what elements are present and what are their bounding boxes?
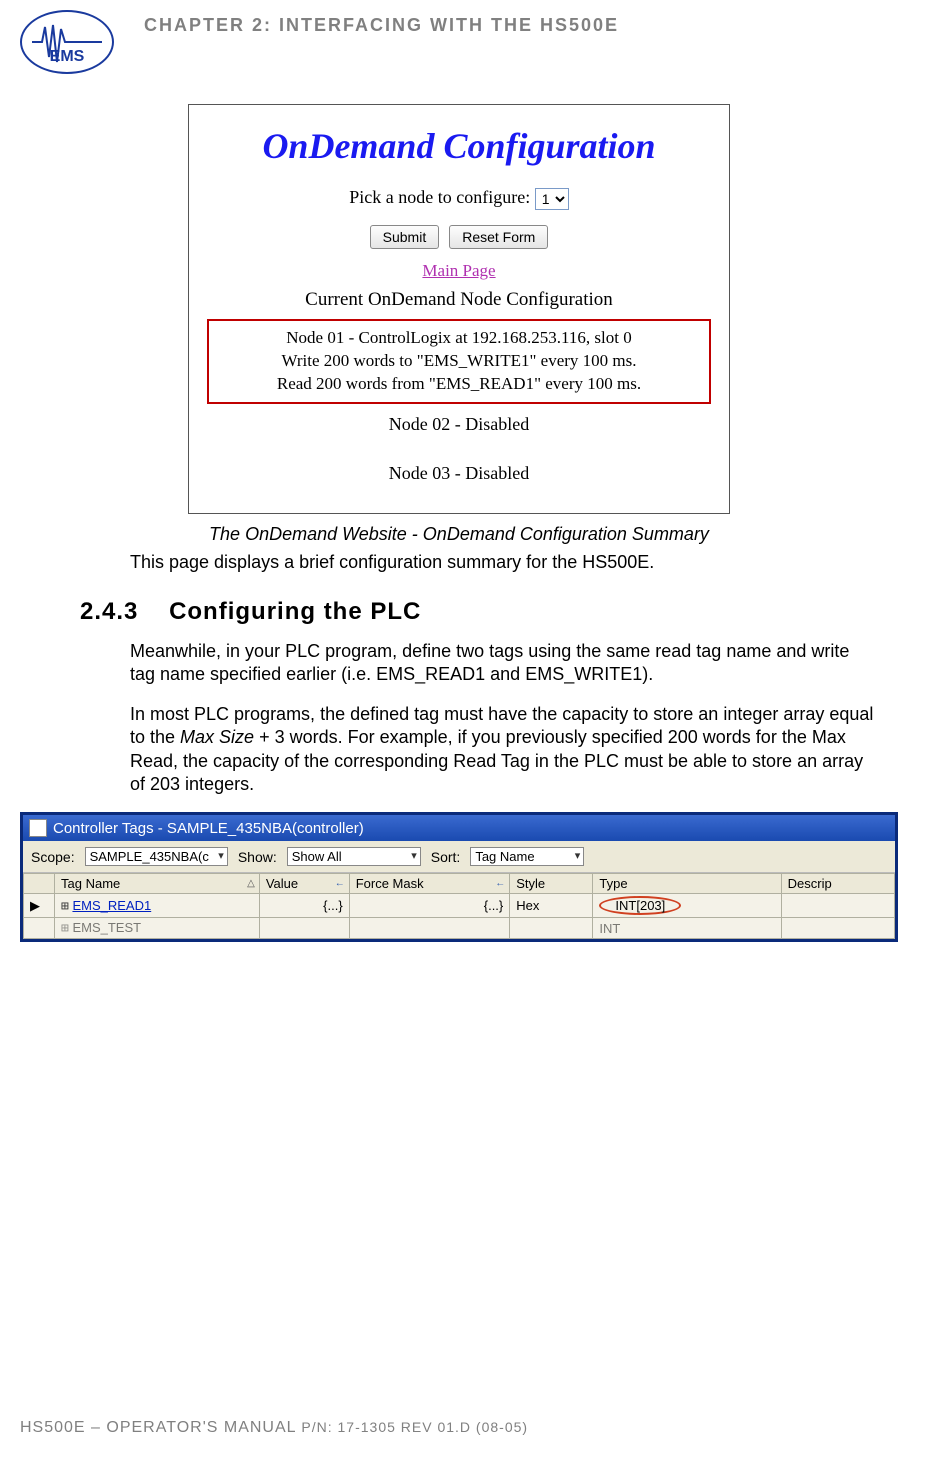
col-value[interactable]: Value← (259, 874, 349, 894)
arrow-icon: ← (495, 878, 505, 889)
sort-label: Sort: (431, 849, 461, 865)
scope-label: Scope: (31, 849, 75, 865)
pick-node-row: Pick a node to configure: 1 (199, 187, 719, 210)
section-number: 2.4.3 (80, 598, 138, 625)
expand-icon[interactable]: ⊞ (61, 899, 69, 914)
chapter-title: CHAPTER 2: INTERFACING WITH THE HS500E (144, 10, 619, 36)
footer-title: HS500E – OPERATOR'S MANUAL (20, 1419, 301, 1436)
node-select[interactable]: 1 (535, 188, 569, 210)
intro-paragraph: This page displays a brief configuration… (130, 551, 898, 574)
tag-link[interactable]: EMS_READ1 (72, 898, 151, 913)
section-heading: 2.4.3 Configuring the PLC (80, 598, 898, 626)
cell-descrip[interactable] (781, 894, 894, 918)
col-type[interactable]: Type (593, 874, 781, 894)
cell-style[interactable] (510, 918, 593, 939)
cell-value[interactable] (259, 918, 349, 939)
tag-text: EMS_TEST (72, 920, 141, 935)
toolbar: Scope: SAMPLE_435NBA(c Show: Show All So… (23, 841, 895, 873)
reset-button[interactable]: Reset Form (449, 225, 548, 249)
ondemand-heading: OnDemand Configuration (199, 125, 719, 167)
footer-pn: P/N: 17-1305 REV 01.D (08-05) (301, 1419, 528, 1435)
node-03: Node 03 - Disabled (199, 463, 719, 484)
sort-asc-icon: △ (247, 878, 255, 889)
col-style[interactable]: Style (510, 874, 593, 894)
tags-table: Tag Name△ Value← Force Mask← Style Type … (23, 873, 895, 939)
submit-button[interactable]: Submit (370, 225, 440, 249)
plc-screenshot: Controller Tags - SAMPLE_435NBA(controll… (20, 812, 898, 942)
cell-force[interactable] (349, 918, 510, 939)
node-02: Node 02 - Disabled (199, 414, 719, 435)
para2-em: Max Size (180, 727, 254, 747)
document-icon (29, 819, 47, 837)
cell-type[interactable]: INT[203] (593, 894, 781, 918)
ondemand-screenshot: OnDemand Configuration Pick a node to co… (188, 104, 730, 514)
arrow-icon: ← (335, 878, 345, 889)
expand-icon[interactable]: ⊞ (61, 921, 69, 936)
window-title: Controller Tags - SAMPLE_435NBA(controll… (53, 820, 364, 837)
sort-dropdown[interactable]: Tag Name (470, 847, 584, 866)
node01-line1: Node 01 - ControlLogix at 192.168.253.11… (219, 327, 699, 350)
section-title: Configuring the PLC (169, 598, 421, 625)
cell-force[interactable]: {...} (349, 894, 510, 918)
row-selector-header (24, 874, 55, 894)
node-01-box: Node 01 - ControlLogix at 192.168.253.11… (207, 319, 711, 404)
cell-descrip[interactable] (781, 918, 894, 939)
col-force-mask[interactable]: Force Mask← (349, 874, 510, 894)
paragraph-2: In most PLC programs, the defined tag mu… (130, 703, 878, 797)
window-titlebar: Controller Tags - SAMPLE_435NBA(controll… (23, 815, 895, 841)
figure-caption: The OnDemand Website - OnDemand Configur… (20, 524, 898, 545)
show-label: Show: (238, 849, 277, 865)
scope-dropdown[interactable]: SAMPLE_435NBA(c (85, 847, 228, 866)
paragraph-1: Meanwhile, in your PLC program, define t… (130, 640, 878, 687)
table-row[interactable]: ▶ ⊞ EMS_READ1 {...} {...} Hex INT[203] (24, 894, 895, 918)
type-highlight: INT[203] (599, 896, 681, 915)
cell-style[interactable]: Hex (510, 894, 593, 918)
cell-type[interactable]: INT (593, 918, 781, 939)
svg-text:EMS: EMS (50, 48, 85, 65)
node01-line2: Write 200 words to "EMS_WRITE1" every 10… (219, 350, 699, 373)
page-header: EMS CHAPTER 2: INTERFACING WITH THE HS50… (20, 0, 898, 74)
cell-tag-name[interactable]: ⊞ EMS_TEST (55, 918, 260, 939)
node01-line3: Read 200 words from "EMS_READ1" every 10… (219, 373, 699, 396)
row-indicator: ▶ (24, 894, 55, 918)
col-descrip[interactable]: Descrip (781, 874, 894, 894)
button-row: Submit Reset Form (199, 225, 719, 249)
ems-logo: EMS (20, 10, 114, 74)
show-dropdown[interactable]: Show All (287, 847, 421, 866)
table-row[interactable]: ⊞ EMS_TEST INT (24, 918, 895, 939)
col-tag-name[interactable]: Tag Name△ (55, 874, 260, 894)
main-page-link[interactable]: Main Page (199, 261, 719, 281)
cell-value[interactable]: {...} (259, 894, 349, 918)
pick-label: Pick a node to configure: (349, 187, 530, 207)
header-row: Tag Name△ Value← Force Mask← Style Type … (24, 874, 895, 894)
page-footer: HS500E – OPERATOR'S MANUAL P/N: 17-1305 … (20, 1419, 528, 1437)
current-config-heading: Current OnDemand Node Configuration (199, 289, 719, 311)
cell-tag-name[interactable]: ⊞ EMS_READ1 (55, 894, 260, 918)
row-indicator (24, 918, 55, 939)
